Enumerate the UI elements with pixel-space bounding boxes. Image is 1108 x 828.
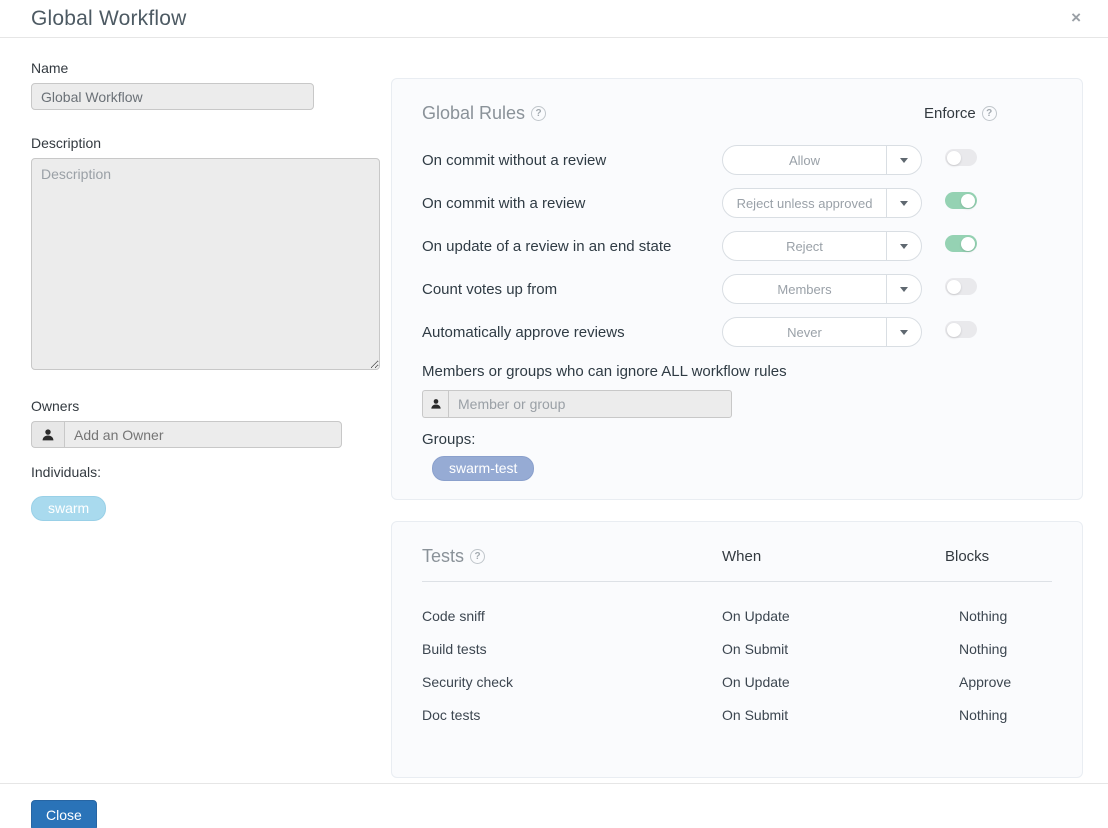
description-label: Description bbox=[31, 135, 380, 151]
page-title: Global Workflow bbox=[31, 0, 1108, 31]
table-row: Build tests On Submit Nothing bbox=[422, 632, 1052, 665]
global-rules-panel: Global Rules ? Enforce ? On commit witho… bbox=[391, 78, 1083, 500]
owners-label: Owners bbox=[31, 398, 380, 414]
when-column-header: When bbox=[722, 548, 922, 565]
close-button[interactable]: Close bbox=[31, 800, 97, 828]
close-icon[interactable]: × bbox=[1071, 8, 1081, 28]
rule-select-value: Never bbox=[723, 318, 886, 346]
tests-title: Tests ? bbox=[422, 546, 722, 567]
table-row: Security check On Update Approve bbox=[422, 665, 1052, 698]
test-when: On Update bbox=[722, 674, 922, 690]
table-row: Doc tests On Submit Nothing bbox=[422, 698, 1052, 731]
test-name: Code sniff bbox=[422, 608, 722, 624]
tests-header: Tests ? When Blocks bbox=[422, 546, 1052, 567]
description-textarea[interactable] bbox=[31, 158, 380, 370]
test-blocks: Nothing bbox=[922, 641, 1052, 657]
test-name: Doc tests bbox=[422, 707, 722, 723]
enforce-toggle[interactable] bbox=[945, 235, 977, 252]
name-input[interactable] bbox=[31, 83, 314, 110]
rule-select-commit-with-review[interactable]: Reject unless approved bbox=[722, 188, 922, 218]
chevron-down-icon[interactable] bbox=[886, 232, 921, 260]
enforce-toggle[interactable] bbox=[945, 278, 977, 295]
groups-label: Groups: bbox=[422, 431, 1052, 448]
individuals-label: Individuals: bbox=[31, 464, 380, 480]
workflow-settings: Global Rules ? Enforce ? On commit witho… bbox=[391, 60, 1083, 778]
rule-label: Automatically approve reviews bbox=[422, 324, 722, 341]
rule-row-auto-approve: Automatically approve reviews Never bbox=[422, 317, 1052, 347]
table-row: Code sniff On Update Nothing bbox=[422, 599, 1052, 632]
rule-row-count-votes: Count votes up from Members bbox=[422, 274, 1052, 304]
test-blocks: Nothing bbox=[922, 707, 1052, 723]
ignore-rules-label: Members or groups who can ignore ALL wor… bbox=[422, 363, 1052, 380]
global-rules-header: Global Rules ? Enforce ? bbox=[422, 103, 1052, 124]
tests-help-icon[interactable]: ? bbox=[470, 549, 485, 564]
rule-row-update-end-state: On update of a review in an end state Re… bbox=[422, 231, 1052, 261]
chevron-down-icon[interactable] bbox=[886, 275, 921, 303]
global-rules-help-icon[interactable]: ? bbox=[531, 106, 546, 121]
rule-select-value: Reject unless approved bbox=[723, 189, 886, 217]
workflow-dialog: Global Workflow × Name Description Owner… bbox=[0, 0, 1108, 828]
name-label: Name bbox=[31, 60, 380, 76]
person-icon bbox=[31, 421, 64, 448]
chevron-down-icon[interactable] bbox=[886, 318, 921, 346]
test-when: On Update bbox=[722, 608, 922, 624]
rule-select-value: Allow bbox=[723, 146, 886, 174]
tests-title-text: Tests bbox=[422, 546, 464, 567]
dialog-body: Name Description Owners Individuals: swa… bbox=[0, 38, 1108, 778]
global-rules-title: Global Rules ? bbox=[422, 103, 922, 124]
enforce-toggle[interactable] bbox=[945, 149, 977, 166]
workflow-form: Name Description Owners Individuals: swa… bbox=[31, 60, 380, 778]
tests-header-divider bbox=[422, 581, 1052, 582]
tests-table: Code sniff On Update Nothing Build tests… bbox=[422, 599, 1052, 731]
add-owner-input[interactable] bbox=[64, 421, 342, 448]
member-input-group bbox=[422, 390, 1052, 418]
tests-panel: Tests ? When Blocks Code sniff On Update… bbox=[391, 521, 1083, 778]
rule-select-value: Reject bbox=[723, 232, 886, 260]
rule-row-commit-without-review: On commit without a review Allow bbox=[422, 145, 1052, 175]
person-icon bbox=[422, 390, 448, 418]
rule-row-commit-with-review: On commit with a review Reject unless ap… bbox=[422, 188, 1052, 218]
blocks-column-header: Blocks bbox=[922, 548, 1052, 565]
test-when: On Submit bbox=[722, 641, 922, 657]
rule-select-commit-without-review[interactable]: Allow bbox=[722, 145, 922, 175]
chevron-down-icon[interactable] bbox=[886, 189, 921, 217]
test-name: Security check bbox=[422, 674, 722, 690]
enforce-header: Enforce ? bbox=[922, 105, 1052, 122]
test-blocks: Approve bbox=[922, 674, 1052, 690]
enforce-help-icon[interactable]: ? bbox=[982, 106, 997, 121]
rule-select-count-votes[interactable]: Members bbox=[722, 274, 922, 304]
rule-select-update-end-state[interactable]: Reject bbox=[722, 231, 922, 261]
test-blocks: Nothing bbox=[922, 608, 1052, 624]
group-tag: swarm-test bbox=[432, 456, 534, 481]
rule-select-value: Members bbox=[723, 275, 886, 303]
test-when: On Submit bbox=[722, 707, 922, 723]
dialog-header: Global Workflow × bbox=[0, 0, 1108, 38]
owners-input-group bbox=[31, 421, 380, 448]
rule-label: Count votes up from bbox=[422, 281, 722, 298]
rule-label: On commit with a review bbox=[422, 195, 722, 212]
member-or-group-input[interactable] bbox=[448, 390, 732, 418]
enforce-label: Enforce bbox=[924, 105, 976, 122]
global-rules-title-text: Global Rules bbox=[422, 103, 525, 124]
rule-label: On commit without a review bbox=[422, 152, 722, 169]
chevron-down-icon[interactable] bbox=[886, 146, 921, 174]
rule-label: On update of a review in an end state bbox=[422, 238, 722, 255]
dialog-footer: Close bbox=[0, 783, 1108, 828]
enforce-toggle[interactable] bbox=[945, 192, 977, 209]
test-name: Build tests bbox=[422, 641, 722, 657]
enforce-toggle[interactable] bbox=[945, 321, 977, 338]
rule-select-auto-approve[interactable]: Never bbox=[722, 317, 922, 347]
individual-tag: swarm bbox=[31, 496, 106, 521]
